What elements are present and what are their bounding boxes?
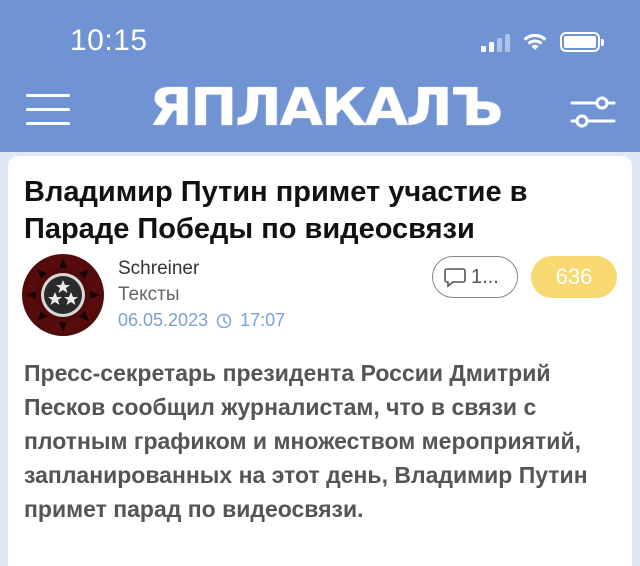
battery-icon (560, 32, 604, 52)
post-card: Владимир Путин примет участие в Параде П… (8, 156, 632, 566)
wifi-icon (523, 33, 547, 50)
signal-icon (481, 32, 510, 52)
app-header: 10:15 ЯПЛАКАЛЪ (0, 0, 640, 152)
post-meta: 06.05.2023 17:07 (118, 310, 285, 331)
comments-button[interactable]: 1... (432, 256, 518, 298)
settings-sliders-icon[interactable] (570, 94, 616, 130)
post-title[interactable]: Владимир Путин примет участие в Параде П… (24, 174, 614, 248)
post-body: Пресс-секретарь президента России Дмитри… (24, 360, 588, 522)
post-time: 17:07 (240, 310, 286, 330)
author-name[interactable]: Schreiner (118, 258, 199, 280)
post-date: 06.05.2023 (118, 310, 209, 330)
avatar[interactable] (22, 254, 104, 336)
comments-count: 1... (471, 265, 499, 288)
avatar-emblem-icon (26, 258, 100, 332)
site-logo[interactable]: ЯПЛАКАЛЪ (149, 80, 503, 136)
status-time: 10:15 (70, 24, 148, 57)
rating-badge[interactable]: 636 (531, 256, 617, 298)
post-category[interactable]: Тексты (118, 284, 180, 306)
clock-icon (216, 313, 232, 328)
menu-button[interactable] (26, 92, 70, 128)
comment-icon (444, 268, 466, 288)
status-icons (481, 30, 604, 54)
